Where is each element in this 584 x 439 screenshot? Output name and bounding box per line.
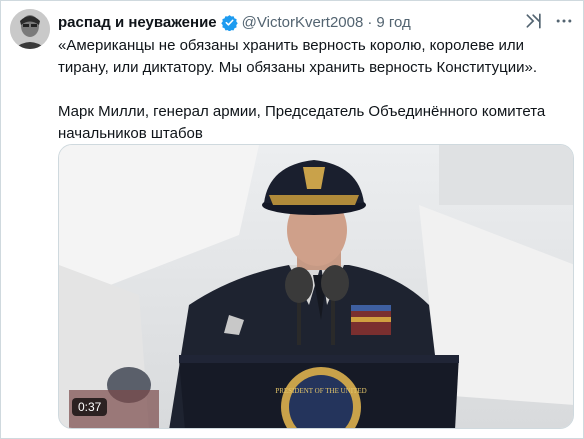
user-handle[interactable]: @VictorKvert2008 — [242, 14, 364, 31]
grok-icon[interactable] — [523, 10, 545, 32]
tweet-card[interactable]: распад и неуважение @VictorKvert2008 · 9… — [0, 0, 584, 439]
display-name[interactable]: распад и неуважение — [58, 14, 217, 31]
video-player[interactable]: PRESIDENT OF THE UNITED 0:37 — [58, 144, 574, 429]
tweet-header: распад и неуважение @VictorKvert2008 · 9… — [58, 12, 571, 32]
separator-dot: · — [367, 13, 373, 31]
timestamp[interactable]: 9 год — [376, 14, 410, 31]
more-icon[interactable] — [553, 10, 575, 32]
seal-text: PRESIDENT OF THE UNITED — [275, 387, 366, 395]
verified-badge-icon — [220, 14, 238, 31]
video-frame-image: PRESIDENT OF THE UNITED — [59, 145, 573, 428]
tweet-text: «Американцы не обязаны хранить верность … — [58, 37, 546, 142]
avatar[interactable] — [10, 9, 50, 49]
video-duration-badge: 0:37 — [72, 398, 108, 416]
